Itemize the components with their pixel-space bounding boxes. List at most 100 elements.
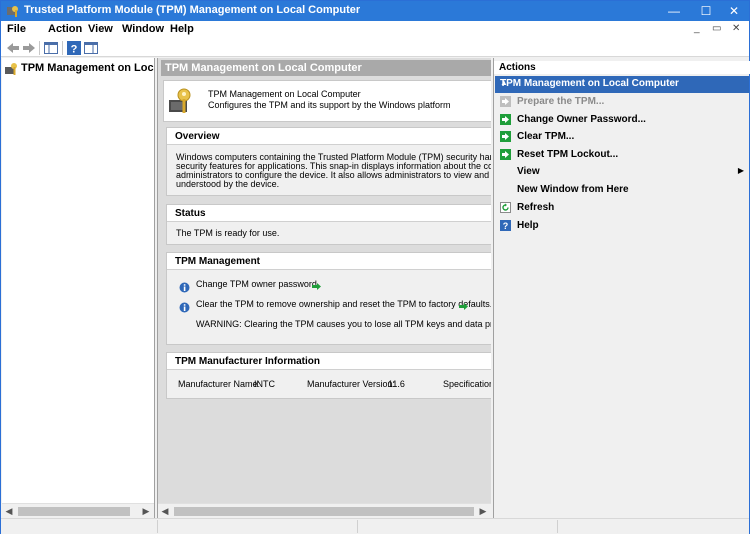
specification-version-label: Specification V bbox=[443, 379, 491, 389]
green-arrow-icon bbox=[500, 131, 511, 142]
menu-file[interactable]: File bbox=[7, 23, 26, 35]
menu-view[interactable]: View bbox=[88, 23, 113, 35]
refresh-icon bbox=[500, 202, 511, 213]
toolbar-separator bbox=[62, 41, 63, 55]
title-bar[interactable]: Trusted Platform Module (TPM) Management… bbox=[1, 1, 749, 21]
status-bar-panel bbox=[157, 520, 357, 533]
results-pane: TPM Management on Local Computer TPM Man… bbox=[157, 58, 491, 518]
mdi-minimize-button[interactable]: _ bbox=[694, 23, 700, 34]
close-button[interactable]: ✕ bbox=[719, 1, 749, 21]
action-label: New Window from Here bbox=[517, 184, 629, 195]
actions-header-title: Actions bbox=[499, 62, 536, 73]
change-owner-text: Change TPM owner password. bbox=[196, 279, 320, 289]
window-title: Trusted Platform Module (TPM) Management… bbox=[24, 4, 361, 16]
forward-icon[interactable] bbox=[21, 40, 37, 56]
status-bar bbox=[1, 518, 749, 534]
maximize-button[interactable]: ☐ bbox=[691, 1, 721, 21]
help-icon: ? bbox=[500, 220, 511, 231]
manufacturer-version-label: Manufacturer Version: bbox=[307, 379, 396, 389]
tpm-management-title-bar: TPM Management bbox=[167, 253, 491, 270]
action-help[interactable]: ? Help bbox=[498, 218, 746, 234]
clear-tpm-text: Clear the TPM to remove ownership and re… bbox=[196, 299, 491, 309]
tree-horizontal-scrollbar[interactable]: ◀ ▶ bbox=[2, 503, 154, 518]
console-tree: TPM Management on Local Computer ◀ ▶ bbox=[2, 58, 155, 518]
action-label: Change Owner Password... bbox=[517, 114, 646, 125]
results-horizontal-scrollbar[interactable]: ◀ ▶ bbox=[158, 503, 491, 518]
action-label: Help bbox=[517, 220, 539, 231]
change-owner-go-icon[interactable] bbox=[311, 282, 322, 291]
overview-title: Overview bbox=[175, 131, 220, 142]
svg-text:?: ? bbox=[503, 221, 509, 231]
toolbar: ? bbox=[1, 39, 749, 57]
scroll-right-icon[interactable]: ▶ bbox=[476, 505, 490, 518]
action-clear-tpm[interactable]: Clear TPM... bbox=[498, 129, 746, 145]
action-label: View bbox=[517, 166, 540, 177]
action-label: Reset TPM Lockout... bbox=[517, 149, 619, 160]
tpm-key-icon bbox=[5, 63, 17, 75]
back-icon[interactable] bbox=[5, 40, 21, 56]
scroll-right-icon[interactable]: ▶ bbox=[139, 505, 153, 518]
action-reset-tpm-lockout[interactable]: Reset TPM Lockout... bbox=[498, 147, 746, 163]
actions-pane: Actions TPM Management on Local Computer… bbox=[493, 58, 750, 518]
status-title: Status bbox=[175, 208, 206, 219]
mdi-restore-button[interactable]: ▭ bbox=[712, 23, 721, 34]
show-hide-tree-icon[interactable] bbox=[43, 40, 59, 56]
menu-help[interactable]: Help bbox=[170, 23, 194, 35]
status-bar-panel bbox=[357, 520, 557, 533]
tpm-management-section: TPM Management Change TPM owner password… bbox=[166, 252, 491, 345]
status-text: The TPM is ready for use. bbox=[176, 228, 280, 238]
info-icon bbox=[179, 282, 190, 293]
action-prepare-tpm[interactable]: Prepare the TPM... bbox=[498, 94, 746, 110]
submenu-arrow-icon: ▶ bbox=[737, 166, 744, 175]
mmc-window: Trusted Platform Module (TPM) Management… bbox=[0, 0, 750, 534]
manufacturer-version-value: 11.6 bbox=[388, 379, 405, 389]
collapse-icon[interactable]: ▲ bbox=[500, 78, 745, 87]
action-label: Refresh bbox=[517, 202, 555, 213]
action-view[interactable]: View ▶ bbox=[498, 164, 746, 180]
scroll-left-icon[interactable]: ◀ bbox=[158, 505, 172, 518]
manufacturer-title: TPM Manufacturer Information bbox=[175, 356, 321, 367]
manufacturer-name-label: Manufacturer Name: bbox=[178, 379, 261, 389]
actions-header: Actions bbox=[494, 61, 750, 74]
action-change-owner-password[interactable]: Change Owner Password... bbox=[498, 112, 746, 128]
results-header: TPM Management on Local Computer bbox=[161, 60, 491, 76]
tpm-app-icon bbox=[7, 6, 18, 17]
green-arrow-icon bbox=[500, 114, 511, 125]
minimize-button[interactable]: — bbox=[659, 1, 689, 21]
overview-title-bar: Overview bbox=[167, 128, 491, 145]
clear-tpm-warning: WARNING: Clearing the TPM causes you to … bbox=[196, 319, 491, 329]
scroll-left-icon[interactable]: ◀ bbox=[2, 505, 16, 518]
results-header-title: TPM Management on Local Computer bbox=[165, 62, 362, 74]
green-arrow-icon bbox=[500, 96, 511, 107]
tpm-chip-key-icon bbox=[169, 88, 191, 113]
info-icon bbox=[179, 302, 190, 313]
manufacturer-section: TPM Manufacturer Information Manufacture… bbox=[166, 352, 491, 399]
toolbar-separator bbox=[39, 41, 40, 55]
mdi-close-button[interactable]: ✕ bbox=[732, 23, 740, 34]
manufacturer-title-bar: TPM Manufacturer Information bbox=[167, 353, 491, 370]
tpm-management-title: TPM Management bbox=[175, 256, 261, 267]
clear-tpm-go-icon[interactable] bbox=[458, 302, 469, 311]
overview-line: understood by the device. bbox=[176, 179, 280, 189]
properties-icon[interactable] bbox=[83, 40, 99, 56]
menu-bar: File Action View Window Help _ ▭ ✕ bbox=[1, 21, 749, 39]
svg-text:?: ? bbox=[71, 44, 78, 56]
action-refresh[interactable]: Refresh bbox=[498, 200, 746, 216]
manufacturer-name-value: INTC bbox=[254, 379, 275, 389]
tree-item-label: TPM Management on Local Computer bbox=[21, 62, 154, 74]
actions-group-header[interactable]: TPM Management on Local Computer ▲ bbox=[495, 76, 749, 93]
overview-section: Overview Windows computers containing th… bbox=[166, 127, 491, 196]
intro-description: Configures the TPM and its support by th… bbox=[208, 100, 451, 110]
status-title-bar: Status bbox=[167, 205, 491, 222]
status-section: Status The TPM is ready for use. bbox=[166, 204, 491, 245]
scroll-thumb[interactable] bbox=[18, 507, 130, 516]
scroll-thumb[interactable] bbox=[174, 507, 474, 516]
tree-item-tpm-management[interactable]: TPM Management on Local Computer bbox=[4, 62, 154, 76]
action-new-window-from-here[interactable]: New Window from Here bbox=[498, 182, 746, 198]
action-label: Clear TPM... bbox=[517, 131, 575, 142]
menu-window[interactable]: Window bbox=[122, 23, 164, 35]
action-label: Prepare the TPM... bbox=[517, 96, 605, 107]
green-arrow-icon bbox=[500, 149, 511, 160]
menu-action[interactable]: Action bbox=[48, 23, 82, 35]
help-icon[interactable]: ? bbox=[66, 40, 82, 56]
